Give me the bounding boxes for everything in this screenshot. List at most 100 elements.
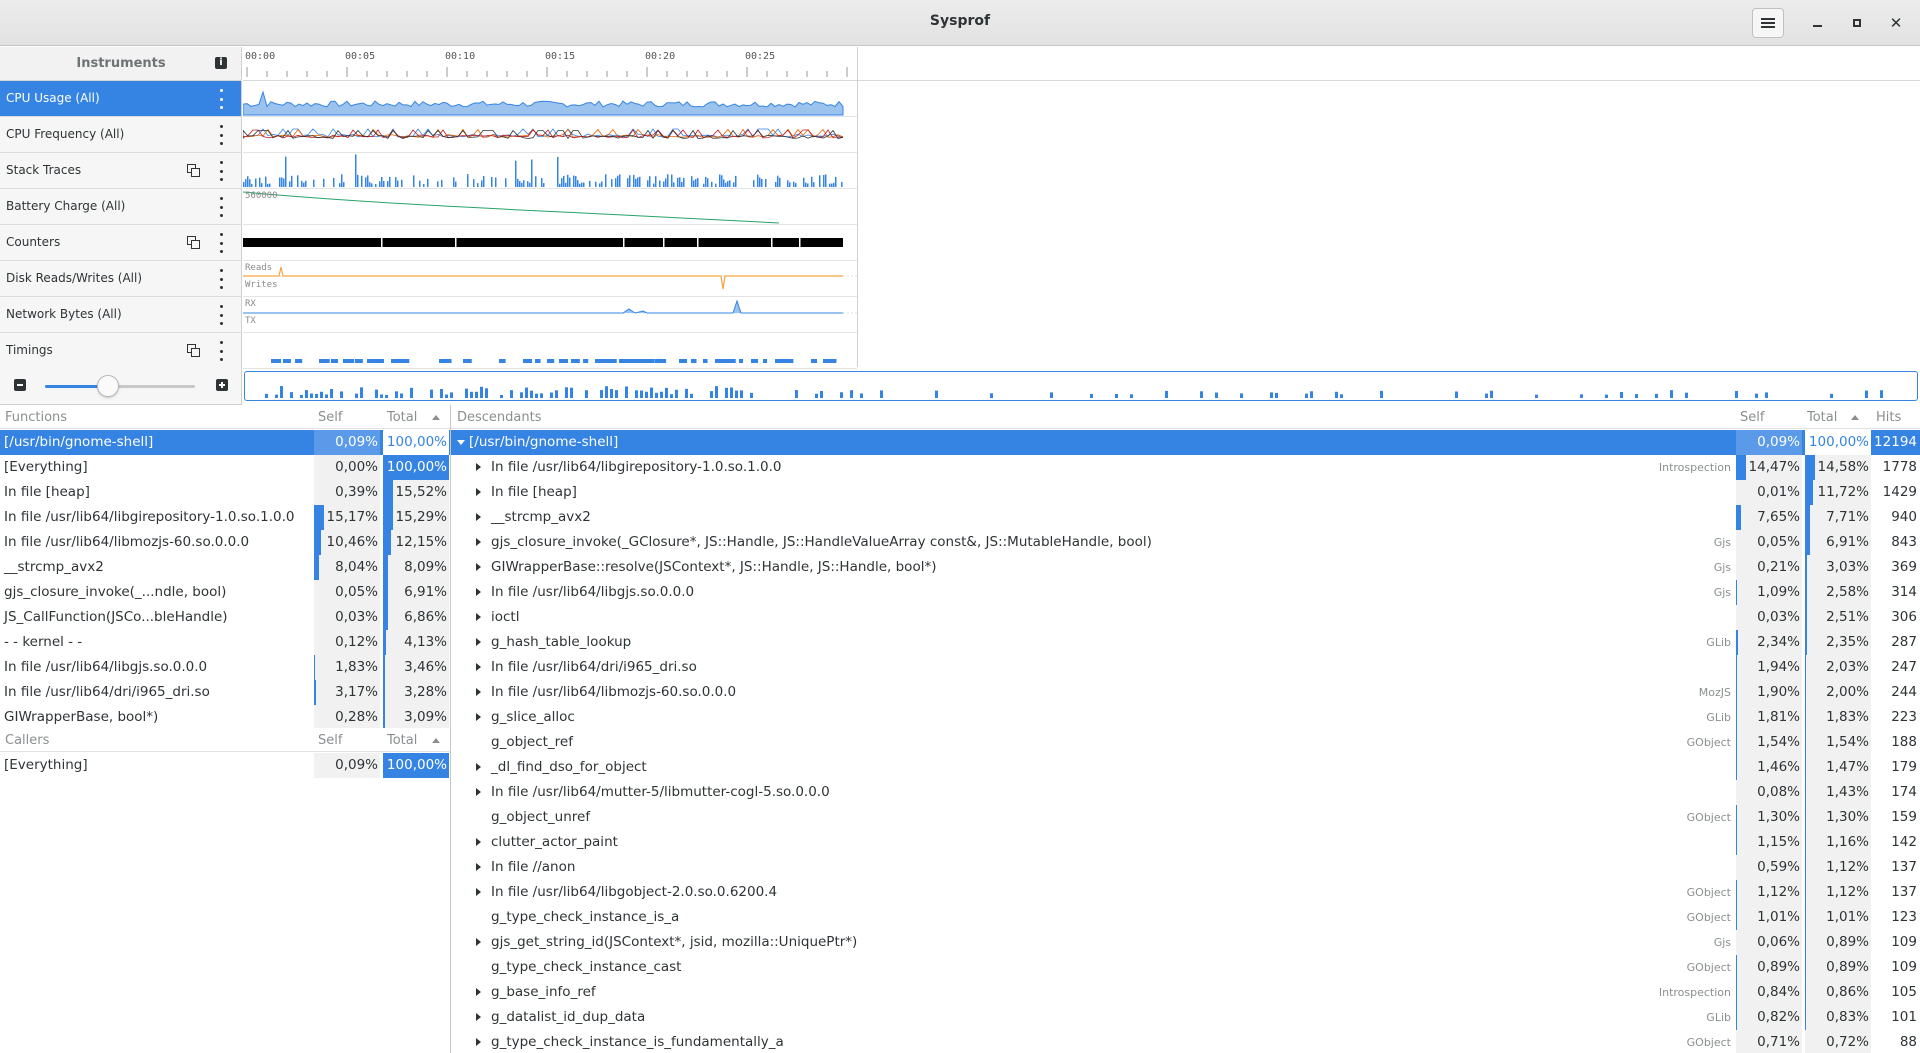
descendants-total-header[interactable]: Total bbox=[1807, 410, 1837, 425]
close-button[interactable]: ✕ bbox=[1880, 8, 1912, 38]
table-row[interactable]: In file /usr/lib64/libmozjs-60.so.0.0.0 … bbox=[0, 530, 450, 555]
expander-closed-icon[interactable] bbox=[476, 838, 481, 846]
table-row[interactable]: g_object_unref GObject 1,30% 1,30% 159 bbox=[451, 805, 1920, 830]
table-row[interactable]: g_datalist_id_dup_data GLib 0,82% 0,83% … bbox=[451, 1005, 1920, 1030]
expander-closed-icon[interactable] bbox=[476, 788, 481, 796]
table-row[interactable]: - - kernel - - 0,12% 4,13% bbox=[0, 630, 450, 655]
callers-name-header[interactable]: Callers bbox=[5, 733, 49, 748]
instrument-row[interactable]: Disk Reads/Writes (All) bbox=[0, 261, 242, 297]
table-row[interactable]: In file /usr/lib64/libgirepository-1.0.s… bbox=[0, 505, 450, 530]
more-options-icon[interactable] bbox=[216, 125, 226, 145]
expander-closed-icon[interactable] bbox=[476, 713, 481, 721]
table-row[interactable]: g_hash_table_lookup GLib 2,34% 2,35% 287 bbox=[451, 630, 1920, 655]
expander-closed-icon[interactable] bbox=[476, 463, 481, 471]
table-row[interactable]: In file /usr/lib64/dri/i965_dri.so 1,94%… bbox=[451, 655, 1920, 680]
instrument-row[interactable]: Counters bbox=[0, 225, 242, 261]
descendants-name-header[interactable]: Descendants bbox=[457, 410, 542, 425]
table-row[interactable]: ioctl 0,03% 2,51% 306 bbox=[451, 605, 1920, 630]
expander-closed-icon[interactable] bbox=[476, 938, 481, 946]
zoom-in-button[interactable] bbox=[216, 379, 228, 391]
table-row[interactable]: In file /usr/lib64/libgirepository-1.0.s… bbox=[451, 455, 1920, 480]
table-row[interactable]: GIWrapperBase, bool*) 0,28% 3,09% bbox=[0, 705, 450, 730]
table-row[interactable]: __strcmp_avx2 8,04% 8,09% bbox=[0, 555, 450, 580]
table-row[interactable]: In file //anon 0,59% 1,12% 137 bbox=[451, 855, 1920, 880]
functions-name-header[interactable]: Functions bbox=[5, 410, 67, 425]
table-row[interactable]: [/usr/bin/gnome-shell] 0,09% 100,00% 121… bbox=[451, 430, 1920, 455]
instrument-graph[interactable]: RX TX bbox=[243, 297, 857, 333]
table-row[interactable]: g_type_check_instance_is_a GObject 1,01%… bbox=[451, 905, 1920, 930]
selection-overview[interactable] bbox=[244, 371, 1918, 401]
maximize-button[interactable] bbox=[1841, 8, 1873, 38]
table-row[interactable]: In file /usr/lib64/mutter-5/libmutter-co… bbox=[451, 780, 1920, 805]
table-row[interactable]: In file /usr/lib64/dri/i965_dri.so 3,17%… bbox=[0, 680, 450, 705]
table-row[interactable]: In file [heap] 0,01% 11,72% 1429 bbox=[451, 480, 1920, 505]
expander-closed-icon[interactable] bbox=[476, 1038, 481, 1046]
expander-closed-icon[interactable] bbox=[476, 863, 481, 871]
duplicate-icon[interactable] bbox=[187, 164, 200, 177]
expander-closed-icon[interactable] bbox=[476, 563, 481, 571]
table-row[interactable]: In file [heap] 0,39% 15,52% bbox=[0, 480, 450, 505]
descendants-hits-header[interactable]: Hits bbox=[1876, 410, 1901, 425]
instrument-graph[interactable] bbox=[243, 117, 857, 153]
more-options-icon[interactable] bbox=[216, 341, 226, 361]
callers-total-header[interactable]: Total bbox=[387, 733, 417, 748]
expander-closed-icon[interactable] bbox=[476, 1013, 481, 1021]
table-row[interactable]: __strcmp_avx2 7,65% 7,71% 940 bbox=[451, 505, 1920, 530]
table-row[interactable]: clutter_actor_paint 1,15% 1,16% 142 bbox=[451, 830, 1920, 855]
more-options-icon[interactable] bbox=[216, 305, 226, 325]
table-row[interactable]: g_slice_alloc GLib 1,81% 1,83% 223 bbox=[451, 705, 1920, 730]
instrument-graph[interactable] bbox=[243, 333, 857, 369]
more-options-icon[interactable] bbox=[216, 269, 226, 289]
menu-button[interactable] bbox=[1752, 8, 1784, 38]
expander-closed-icon[interactable] bbox=[476, 588, 481, 596]
instrument-graph[interactable] bbox=[243, 153, 857, 189]
table-row[interactable]: g_base_info_ref Introspection 0,84% 0,86… bbox=[451, 980, 1920, 1005]
expander-closed-icon[interactable] bbox=[476, 763, 481, 771]
time-ruler[interactable]: 00:00 00:05 00:10 00:15 00:20 00:25 bbox=[243, 47, 857, 81]
table-row[interactable]: In file /usr/lib64/libgjs.so.0.0.0 Gjs 1… bbox=[451, 580, 1920, 605]
functions-total-header[interactable]: Total bbox=[387, 410, 417, 425]
table-row[interactable]: In file /usr/lib64/libgobject-2.0.so.0.6… bbox=[451, 880, 1920, 905]
more-options-icon[interactable] bbox=[216, 161, 226, 181]
instrument-graph[interactable] bbox=[243, 81, 857, 117]
instrument-graph[interactable]: 560000 bbox=[243, 189, 857, 225]
table-row[interactable]: _dl_find_dso_for_object 1,46% 1,47% 179 bbox=[451, 755, 1920, 780]
zoom-slider-handle[interactable] bbox=[97, 375, 119, 397]
callers-self-header[interactable]: Self bbox=[318, 733, 342, 748]
expander-closed-icon[interactable] bbox=[476, 988, 481, 996]
duplicate-icon[interactable] bbox=[187, 344, 200, 357]
table-row[interactable]: gjs_get_string_id(JSContext*, jsid, mozi… bbox=[451, 930, 1920, 955]
expander-closed-icon[interactable] bbox=[476, 538, 481, 546]
more-options-icon[interactable] bbox=[216, 89, 226, 109]
instrument-graph[interactable] bbox=[243, 225, 857, 261]
expander-closed-icon[interactable] bbox=[476, 638, 481, 646]
table-row[interactable]: In file /usr/lib64/libmozjs-60.so.0.0.0 … bbox=[451, 680, 1920, 705]
table-row[interactable]: gjs_closure_invoke(_GClosure*, JS::Handl… bbox=[451, 530, 1920, 555]
expander-closed-icon[interactable] bbox=[476, 513, 481, 521]
more-options-icon[interactable] bbox=[216, 233, 226, 253]
instrument-row[interactable]: Timings bbox=[0, 333, 242, 369]
table-row[interactable]: g_type_check_instance_cast GObject 0,89%… bbox=[451, 955, 1920, 980]
instrument-row[interactable]: Battery Charge (All) bbox=[0, 189, 242, 225]
expander-closed-icon[interactable] bbox=[476, 663, 481, 671]
functions-self-header[interactable]: Self bbox=[318, 410, 342, 425]
expander-open-icon[interactable] bbox=[457, 440, 465, 445]
expander-closed-icon[interactable] bbox=[476, 888, 481, 896]
instrument-row[interactable]: Stack Traces bbox=[0, 153, 242, 189]
table-row[interactable]: [Everything] 0,00% 100,00% bbox=[0, 455, 450, 480]
minimize-button[interactable] bbox=[1801, 8, 1833, 38]
table-row[interactable]: gjs_closure_invoke(_...ndle, bool) 0,05%… bbox=[0, 580, 450, 605]
zoom-slider[interactable] bbox=[45, 385, 195, 388]
more-options-icon[interactable] bbox=[216, 197, 226, 217]
table-row[interactable]: g_type_check_instance_is_fundamentally_a… bbox=[451, 1030, 1920, 1053]
duplicate-icon[interactable] bbox=[187, 236, 200, 249]
table-row[interactable]: GIWrapperBase::resolve(JSContext*, JS::H… bbox=[451, 555, 1920, 580]
descendants-self-header[interactable]: Self bbox=[1740, 410, 1764, 425]
instrument-row[interactable]: Network Bytes (All) bbox=[0, 297, 242, 333]
table-row[interactable]: JS_CallFunction(JSCo...bleHandle) 0,03% … bbox=[0, 605, 450, 630]
table-row[interactable]: [Everything] 0,09% 100,00% bbox=[0, 753, 450, 778]
expander-closed-icon[interactable] bbox=[476, 613, 481, 621]
table-row[interactable]: [/usr/bin/gnome-shell] 0,09% 100,00% bbox=[0, 430, 450, 455]
instrument-row[interactable]: CPU Frequency (All) bbox=[0, 117, 242, 153]
expander-closed-icon[interactable] bbox=[476, 488, 481, 496]
